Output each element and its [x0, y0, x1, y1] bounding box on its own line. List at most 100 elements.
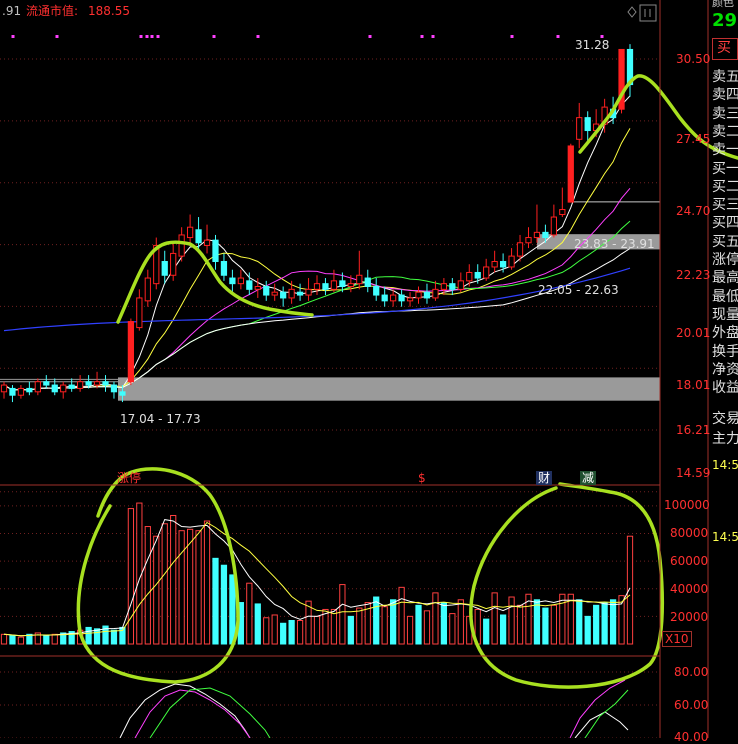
volume-tick: 60000 — [670, 554, 709, 568]
candle-body — [102, 381, 109, 386]
volume-bar — [567, 593, 574, 645]
finance-marker: 财 — [536, 471, 553, 485]
candle-body — [542, 231, 549, 239]
side-time-2: 14:5 — [712, 530, 738, 544]
candle-body — [51, 384, 58, 393]
side-row-label: 买一 — [712, 160, 738, 177]
side-row-label: 卖五 — [712, 69, 738, 85]
price-tick: 14.59 — [676, 466, 711, 480]
candle-body — [0, 384, 8, 393]
volume-bar — [390, 599, 397, 645]
volume-bar — [144, 526, 151, 645]
volume-bar — [170, 514, 177, 645]
candle-body — [288, 288, 295, 299]
candle-body — [195, 229, 202, 244]
volume-bar — [449, 613, 456, 645]
event-dot — [212, 35, 216, 38]
event-dot — [556, 35, 560, 38]
volume-bar — [483, 618, 490, 645]
candle-body — [356, 274, 363, 285]
volume-bar — [542, 607, 549, 645]
indicator-tick: 80.00 — [674, 665, 709, 679]
volume-bar — [161, 523, 168, 645]
volume-bar — [313, 615, 321, 645]
candle-body — [127, 321, 135, 383]
candle-body — [406, 297, 414, 302]
reduce-marker: 减 — [580, 471, 597, 485]
buy-button[interactable]: 买 — [712, 38, 738, 60]
volume-bar — [415, 604, 422, 645]
candle-body — [449, 283, 456, 290]
side-time-1: 14:5 — [712, 458, 738, 472]
side-row-label: 卖二 — [712, 123, 738, 140]
candle-body — [263, 285, 270, 296]
candle-body — [322, 283, 329, 290]
side-row-label: 买三 — [712, 197, 738, 214]
volume-bar — [584, 615, 591, 645]
volume-bar — [491, 592, 498, 645]
volume-bar — [432, 592, 439, 645]
stock-chart — [0, 0, 738, 738]
market-cap-value: 188.55 — [88, 4, 130, 18]
side-row-label: 主力 — [712, 431, 738, 447]
price-tick: 27.45 — [676, 132, 711, 146]
candle-body — [533, 231, 541, 239]
candle-body — [254, 285, 261, 290]
candle-body — [246, 280, 253, 290]
candle-body — [516, 242, 524, 257]
candle-body — [457, 280, 464, 290]
candle-body — [576, 117, 583, 140]
candle-body — [305, 288, 312, 296]
volume-bar — [559, 593, 566, 645]
volume-bar — [499, 614, 507, 645]
price-tick: 18.01 — [676, 378, 711, 392]
candle-body — [9, 387, 16, 396]
volume-bar — [280, 622, 287, 645]
candle-body — [347, 283, 354, 287]
side-row-label: 外盘 — [712, 325, 738, 342]
volume-bar — [440, 602, 448, 645]
candle-body — [237, 277, 244, 285]
price-tick: 16.21 — [676, 423, 711, 437]
volume-tick: 40000 — [670, 582, 709, 596]
volume-bar — [0, 633, 8, 645]
event-dot — [368, 35, 372, 38]
volume-bar — [212, 557, 219, 645]
candle-body — [364, 277, 371, 287]
volume-bar — [229, 574, 236, 645]
volume-unit: X10 — [662, 631, 692, 647]
volume-bar — [347, 615, 354, 645]
event-dot — [11, 35, 15, 38]
candle-body — [381, 294, 388, 302]
candle-body — [584, 117, 591, 132]
volume-tick: 100000 — [664, 498, 710, 512]
candle-body — [483, 266, 490, 279]
volume-bar — [203, 520, 211, 645]
indicator-tick: 60.00 — [674, 698, 709, 712]
candle-body — [170, 252, 177, 276]
volume-bar — [271, 614, 278, 645]
volume-bar — [254, 603, 261, 645]
side-row-label: 卖一 — [712, 142, 738, 159]
candle-body — [161, 261, 168, 276]
candle-body — [390, 294, 397, 302]
gap-label-high: 23.83 - 23.91 — [574, 237, 655, 251]
candle-body — [203, 239, 211, 246]
volume-bar — [423, 610, 431, 645]
candle-body — [330, 280, 338, 290]
volume-bar — [601, 602, 608, 645]
candle-body — [43, 381, 50, 386]
volume-bar — [153, 535, 160, 645]
side-row-label: 换手 — [712, 343, 738, 360]
volume-bar — [93, 628, 101, 645]
side-row-label: 买二 — [712, 178, 738, 195]
volume-bar — [17, 636, 25, 645]
side-row-label: 现量 — [712, 306, 738, 323]
volume-bar — [186, 528, 194, 645]
candle-body — [423, 291, 431, 299]
candle-body — [373, 285, 380, 296]
event-dot — [510, 35, 514, 38]
candle-body — [398, 294, 405, 302]
candle-body — [339, 280, 346, 287]
candle-body — [220, 261, 228, 276]
